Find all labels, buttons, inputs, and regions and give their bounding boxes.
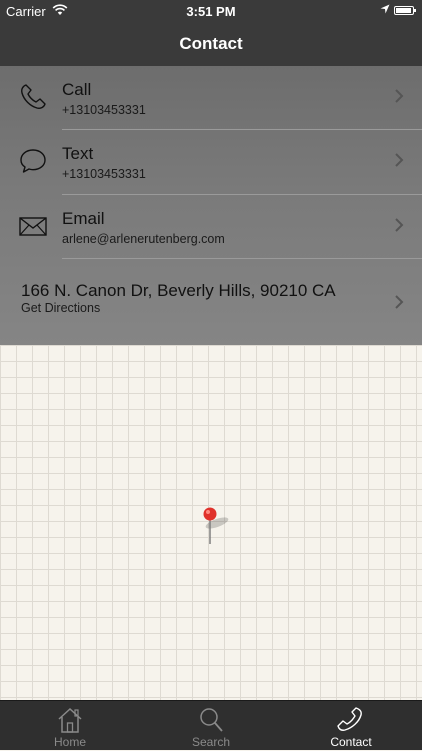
navigation-bar: Contact bbox=[0, 22, 422, 66]
page-title: Contact bbox=[179, 34, 243, 53]
call-row[interactable]: Call +13103453331 bbox=[0, 66, 422, 130]
status-bar: Carrier 3:51 PM bbox=[0, 0, 422, 22]
tab-contact[interactable]: Contact bbox=[281, 701, 421, 751]
location-arrow-icon bbox=[380, 4, 390, 17]
tab-home[interactable]: Home bbox=[0, 701, 140, 751]
email-row[interactable]: Email arlene@arlenerutenberg.com bbox=[0, 195, 422, 259]
email-label: Email bbox=[62, 209, 105, 228]
chat-bubble-icon bbox=[18, 146, 48, 176]
call-label: Call bbox=[62, 80, 92, 99]
tab-bar: Home Search Contact bbox=[0, 700, 422, 750]
chevron-right-icon bbox=[394, 152, 404, 168]
text-number: +13103453331 bbox=[62, 167, 146, 181]
status-time: 3:51 PM bbox=[186, 4, 236, 19]
contact-panel: Call +13103453331 Text +13103453331 Emai… bbox=[0, 66, 422, 345]
battery-icon bbox=[394, 6, 416, 15]
text-label: Text bbox=[62, 144, 94, 163]
chevron-right-icon bbox=[394, 88, 404, 104]
tab-contact-label: Contact bbox=[330, 735, 372, 749]
chevron-right-icon bbox=[394, 294, 404, 310]
tab-search[interactable]: Search bbox=[141, 701, 281, 751]
house-icon bbox=[55, 706, 85, 734]
chevron-right-icon bbox=[394, 217, 404, 233]
address-row[interactable]: 166 N. Canon Dr, Beverly Hills, 90210 CA… bbox=[0, 259, 422, 345]
text-row[interactable]: Text +13103453331 bbox=[0, 130, 422, 195]
tab-search-label: Search bbox=[191, 735, 231, 749]
email-address: arlene@arlenerutenberg.com bbox=[62, 232, 225, 246]
tab-home-label: Home bbox=[53, 735, 86, 749]
phone-icon bbox=[336, 706, 366, 734]
address-label: 166 N. Canon Dr, Beverly Hills, 90210 CA bbox=[21, 281, 336, 300]
get-directions-label: Get Directions bbox=[21, 301, 101, 315]
magnifier-icon bbox=[196, 706, 226, 734]
call-number: +13103453331 bbox=[62, 103, 146, 117]
phone-icon bbox=[18, 82, 48, 112]
map-pin-icon[interactable] bbox=[200, 506, 240, 546]
envelope-icon bbox=[18, 211, 48, 241]
